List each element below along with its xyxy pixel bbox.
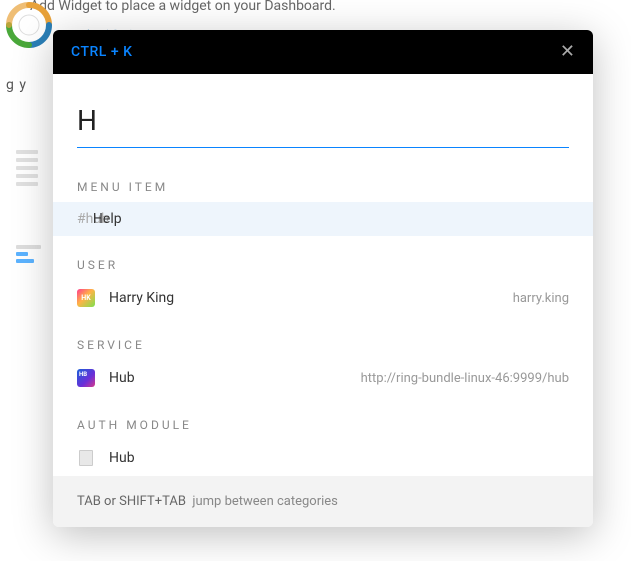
search-modal: CTRL + K ✕ MENU ITEM #hub Help USER HK H… [53, 30, 593, 527]
section-header-service: SERVICE [53, 316, 593, 360]
section-header-user: USER [53, 236, 593, 280]
section-header-auth-module: AUTH MODULE [53, 396, 593, 440]
search-input-container [53, 74, 593, 148]
result-item-help[interactable]: #hub Help [53, 202, 593, 236]
result-label: Hub [109, 450, 135, 466]
result-item-service[interactable]: HB Hub http://ring-bundle-linux-46:9999/… [53, 360, 593, 396]
background-gy-text: g y [6, 77, 27, 93]
background-placeholder-lines-2 [16, 245, 41, 266]
auth-module-icon [77, 449, 95, 467]
close-icon[interactable]: ✕ [560, 43, 575, 61]
search-results: MENU ITEM #hub Help USER HK Harry King h… [53, 148, 593, 476]
watermark-logo [4, 0, 54, 50]
modal-header: CTRL + K ✕ [53, 30, 593, 74]
section-header-menu-item: MENU ITEM [53, 158, 593, 202]
user-avatar-icon: HK [77, 289, 95, 307]
result-label: Harry King [109, 290, 174, 306]
search-input[interactable] [77, 100, 569, 148]
keyboard-shortcut-label: CTRL + K [71, 44, 132, 60]
modal-footer: TAB or SHIFT+TAB jump between categories [53, 476, 593, 527]
footer-hint-text: jump between categories [192, 494, 338, 509]
result-item-user[interactable]: HK Harry King harry.king [53, 280, 593, 316]
result-secondary: http://ring-bundle-linux-46:9999/hub [361, 371, 569, 386]
background-placeholder-lines [16, 150, 38, 190]
hub-service-icon: HB [77, 369, 95, 387]
background-hint-text: Add Widget to place a widget on your Das… [30, 0, 336, 14]
result-label: Help [93, 211, 122, 227]
footer-keys-hint: TAB or SHIFT+TAB [77, 494, 186, 509]
result-label: Hub [109, 370, 135, 386]
result-item-auth-module[interactable]: Hub [53, 440, 593, 476]
result-secondary: harry.king [513, 291, 569, 306]
